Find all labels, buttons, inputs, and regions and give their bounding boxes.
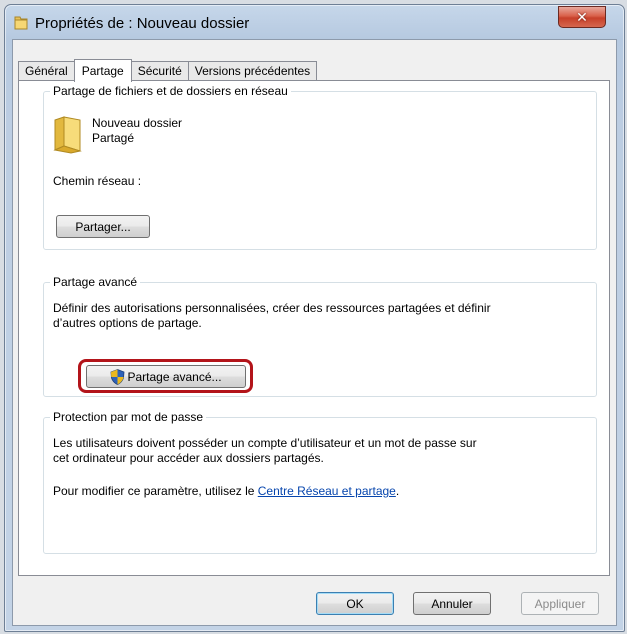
password-protection-group: Protection par mot de passe Les utilisat… [43,410,597,554]
tab-previous-versions[interactable]: Versions précédentes [187,61,318,81]
window-title: Propriétés de : Nouveau dossier [35,15,250,32]
apply-button[interactable]: Appliquer [521,592,599,615]
folder-name: Nouveau dossier [92,116,183,130]
dialog-client-area: Général Partage Sécurité Versions précéd… [12,39,617,626]
tab-strip: Général Partage Sécurité Versions précéd… [18,59,318,82]
advanced-sharing-legend: Partage avancé [50,275,141,289]
network-path-label: Chemin réseau : [53,174,142,188]
dialog-button-bar: OK Annuler Appliquer [13,580,616,625]
properties-window: Propriétés de : Nouveau dossier ✕ Généra… [4,4,625,632]
folder-icon [53,116,82,154]
uac-shield-icon [111,368,125,385]
tab-sharing[interactable]: Partage [73,59,132,82]
change-setting-text: Pour modifier ce paramètre, utilisez le … [53,484,399,498]
network-sharing-group: Partage de fichiers et de dossiers en ré… [43,84,597,250]
advanced-share-button-label: Partage avancé... [127,369,222,384]
password-protection-line1: Les utilisateurs doivent posséder un com… [53,436,477,450]
sharing-tab-panel: Partage de fichiers et de dossiers en ré… [18,80,610,576]
cancel-button[interactable]: Annuler [413,592,491,615]
tab-security[interactable]: Sécurité [130,61,189,81]
network-sharing-center-link[interactable]: Centre Réseau et partage [258,484,396,498]
advanced-share-button[interactable]: Partage avancé... [86,365,246,388]
password-protection-legend: Protection par mot de passe [50,410,207,424]
advanced-sharing-description-line1: Définir des autorisations personnalisées… [53,301,491,315]
network-sharing-legend: Partage de fichiers et de dossiers en ré… [50,84,291,98]
advanced-sharing-description-line2: d’autres options de partage. [53,316,202,330]
tab-general[interactable]: Général [18,61,75,81]
folder-share-status: Partagé [92,131,135,145]
close-icon: ✕ [576,9,588,25]
folder-icon [14,16,28,30]
password-protection-line2: cet ordinateur pour accéder aux dossiers… [53,451,324,465]
ok-button[interactable]: OK [316,592,394,615]
change-setting-prefix: Pour modifier ce paramètre, utilisez le [53,484,258,498]
change-setting-suffix: . [395,484,400,498]
close-button[interactable]: ✕ [558,6,606,28]
share-button[interactable]: Partager... [56,215,150,238]
